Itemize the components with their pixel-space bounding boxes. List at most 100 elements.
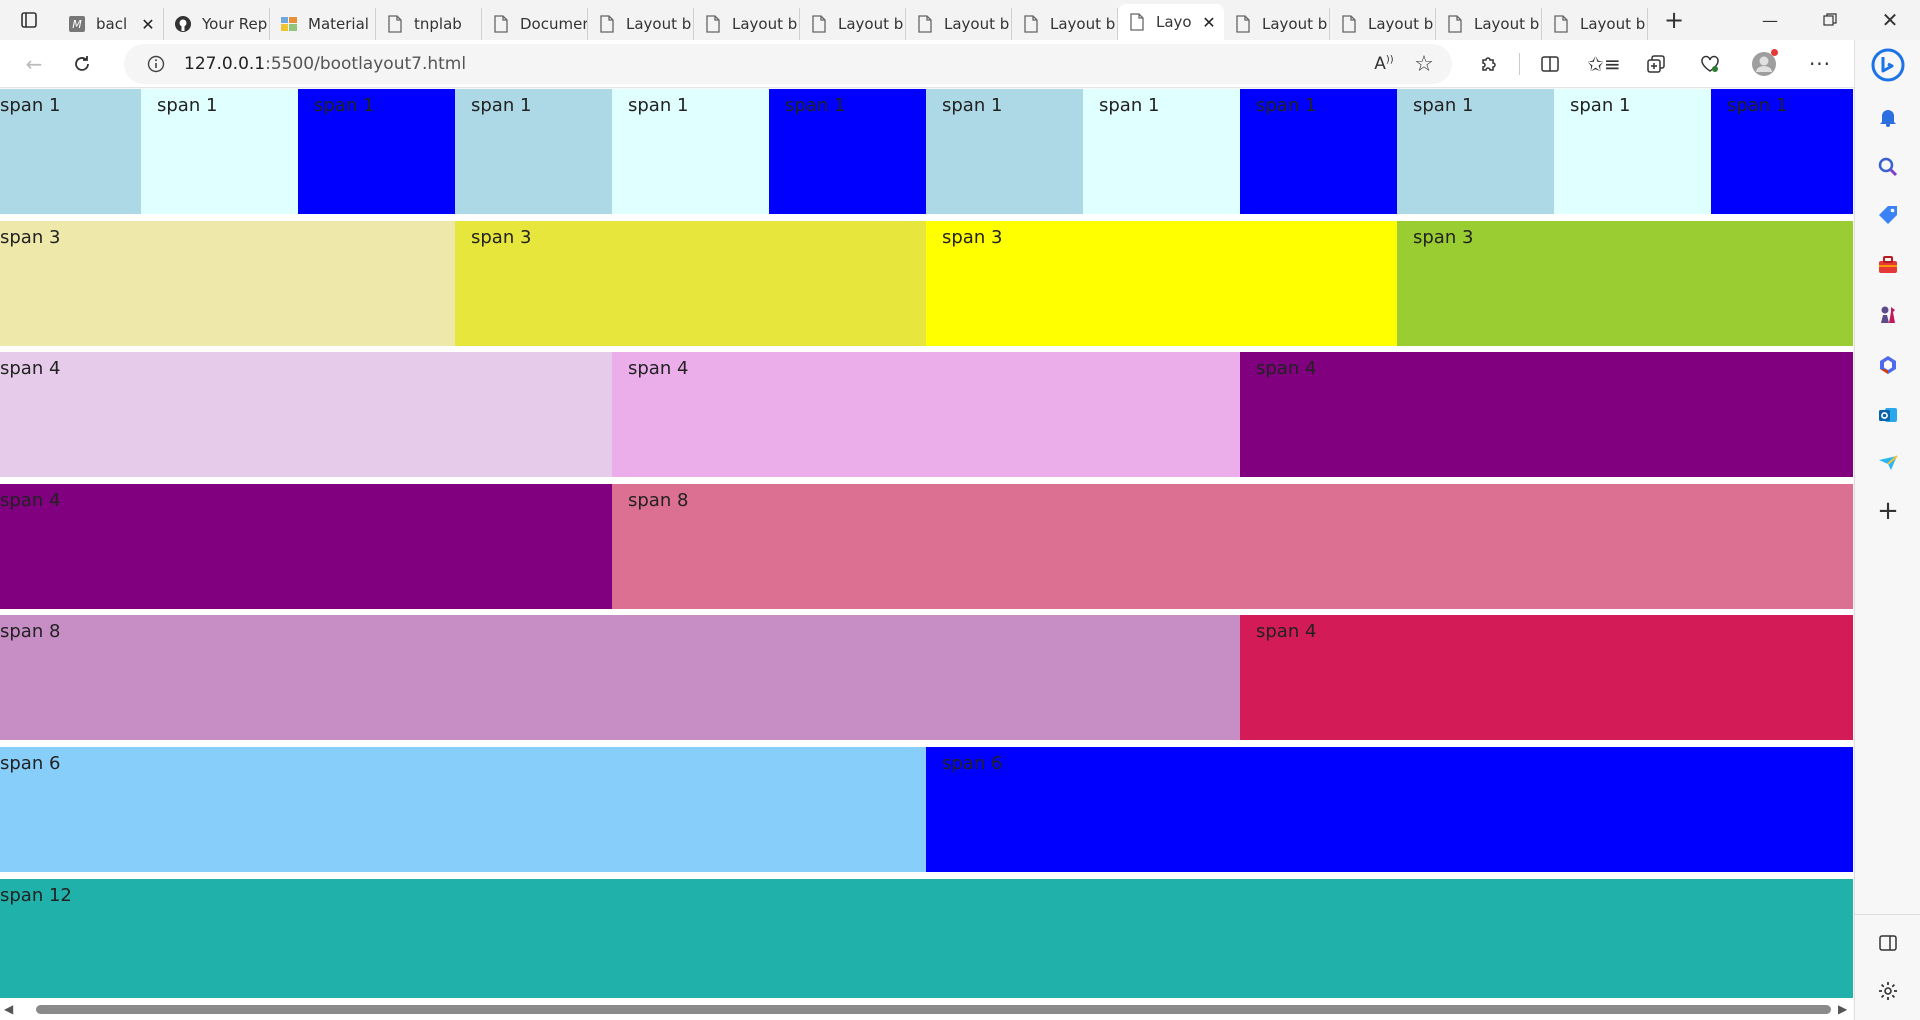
- grid-row: span 4 span 8: [0, 484, 1853, 609]
- outlook-icon: [1879, 408, 1897, 422]
- shopping-button[interactable]: [1873, 200, 1903, 230]
- tab[interactable]: Layout b: [1436, 8, 1542, 40]
- tab-strip: Mbacl ✕ Your Rep Material tnplab Documer Layou…: [0, 0, 1920, 40]
- tab[interactable]: Layout b: [800, 8, 906, 40]
- tab[interactable]: tnplab: [376, 8, 482, 40]
- grid-cell-span-1: span 1: [298, 89, 455, 214]
- tab[interactable]: Layout b: [588, 8, 694, 40]
- window-controls: — ✕: [1740, 0, 1920, 40]
- grid-cell-span-1: span 1: [926, 89, 1083, 214]
- address-bar[interactable]: 127.0.0.1:5500/bootlayout7.html A)) ☆: [124, 44, 1452, 84]
- grid-cell-span-3: span 3: [926, 221, 1397, 346]
- read-aloud-button[interactable]: A)): [1364, 44, 1404, 84]
- grid-cell-span-1: span 1: [455, 89, 612, 214]
- collections-button[interactable]: [1636, 44, 1676, 84]
- grid-cell-span-1: span 1: [612, 89, 769, 214]
- drop-button[interactable]: [1873, 448, 1903, 478]
- tab-title: tnplab: [414, 15, 462, 33]
- close-window-button[interactable]: ✕: [1860, 0, 1920, 40]
- send-icon: [1879, 455, 1898, 470]
- scroll-left-icon[interactable]: ◀: [4, 1002, 13, 1016]
- sidebar-settings-button[interactable]: [1873, 976, 1903, 1006]
- tab-active[interactable]: Layo ✕: [1118, 4, 1224, 40]
- grid-cell-span-3: span 3: [0, 221, 455, 346]
- restore-button[interactable]: [1800, 0, 1860, 40]
- hide-sidebar-button[interactable]: [1873, 928, 1903, 958]
- restore-icon: [1823, 13, 1837, 26]
- chess-piece-icon: [1881, 306, 1895, 323]
- favorites-button[interactable]: ✩≡: [1584, 44, 1624, 84]
- close-tab-icon[interactable]: ✕: [1200, 13, 1218, 32]
- copilot-button[interactable]: [1869, 46, 1907, 84]
- profile-button[interactable]: [1744, 44, 1784, 84]
- grid-cell-span-8: span 8: [0, 615, 1240, 740]
- tab[interactable]: Layout b: [1012, 8, 1118, 40]
- new-tab-button[interactable]: +: [1654, 4, 1694, 36]
- tab[interactable]: Mbacl ✕: [58, 8, 164, 40]
- browser-essentials-button[interactable]: [1690, 44, 1730, 84]
- microsoft365-button[interactable]: [1873, 350, 1903, 380]
- page-viewport: span 1 span 1 span 1 span 1 span 1 span 1 span…: [0, 89, 1853, 998]
- tab[interactable]: Layout b: [1330, 8, 1436, 40]
- page-icon: [810, 15, 828, 33]
- tab-title: Layout b: [1368, 15, 1434, 33]
- tab[interactable]: Layout b: [694, 8, 800, 40]
- tab-actions-icon: [21, 12, 37, 28]
- office-icon: [1880, 356, 1896, 374]
- tab[interactable]: Layout b: [1224, 8, 1330, 40]
- tab-title: Layo: [1156, 13, 1192, 31]
- site-info-button[interactable]: [136, 55, 176, 73]
- bing-icon: [1871, 48, 1905, 82]
- minimize-button[interactable]: —: [1740, 0, 1800, 40]
- tab[interactable]: Layout b: [906, 8, 1012, 40]
- tools-button[interactable]: [1873, 250, 1903, 280]
- tab[interactable]: Documer: [482, 8, 588, 40]
- grid-row: span 12: [0, 879, 1853, 998]
- scroll-right-icon[interactable]: ▶: [1838, 1002, 1847, 1016]
- horizontal-scrollbar[interactable]: ◀ ▶: [0, 998, 1853, 1020]
- grid-row: span 6 span 6: [0, 747, 1853, 872]
- arrow-left-icon: ←: [25, 51, 43, 76]
- browser-window: Mbacl ✕ Your Rep Material tnplab Documer Layou…: [0, 0, 1920, 1020]
- tab-title: Documer: [520, 15, 587, 33]
- puzzle-icon: [1482, 57, 1496, 71]
- close-tab-icon[interactable]: ✕: [139, 15, 157, 34]
- bell-icon: [1880, 110, 1896, 127]
- scrollbar-thumb[interactable]: [36, 1005, 1831, 1014]
- url-text: 127.0.0.1:5500/bootlayout7.html: [184, 54, 466, 74]
- tab-title: Layout b: [1580, 15, 1646, 33]
- tab-actions-button[interactable]: [0, 0, 58, 40]
- grid-row: span 1 span 1 span 1 span 1 span 1 span 1 span…: [0, 89, 1853, 214]
- add-sidebar-app-button[interactable]: +: [1873, 496, 1903, 526]
- page-icon: [386, 15, 404, 33]
- grid-cell-span-8: span 8: [612, 484, 1853, 609]
- search-button[interactable]: [1873, 152, 1903, 182]
- tab-title: Layout b: [838, 15, 904, 33]
- back-button[interactable]: ←: [14, 44, 54, 84]
- grid-cell-span-1: span 1: [1554, 89, 1711, 214]
- sidebar-toggle-icon: [1879, 935, 1897, 951]
- tab-title: Layout b: [944, 15, 1010, 33]
- favorite-button[interactable]: ☆: [1404, 44, 1444, 84]
- refresh-button[interactable]: [62, 44, 102, 84]
- split-screen-button[interactable]: [1530, 44, 1570, 84]
- grid-cell-span-3: span 3: [455, 221, 926, 346]
- games-button[interactable]: [1873, 300, 1903, 330]
- tab[interactable]: Layout b: [1542, 8, 1648, 40]
- grid-cell-span-1: span 1: [1240, 89, 1397, 214]
- outlook-button[interactable]: [1873, 400, 1903, 430]
- tab[interactable]: Material: [270, 8, 376, 40]
- grid-cell-span-3: span 3: [1397, 221, 1853, 346]
- toolbox-icon: [1879, 256, 1897, 273]
- notifications-button[interactable]: [1873, 102, 1903, 132]
- tab-title: Layout b: [1262, 15, 1328, 33]
- notification-dot: [1771, 49, 1778, 56]
- tab-title: Your Rep: [202, 15, 268, 33]
- github-icon: [174, 15, 192, 33]
- settings-and-more-button[interactable]: ···: [1800, 44, 1840, 84]
- tab[interactable]: Your Rep: [164, 8, 270, 40]
- url-host: 127.0.0.1: [184, 54, 266, 74]
- more-icon: ···: [1808, 52, 1832, 76]
- extensions-button[interactable]: [1469, 44, 1509, 84]
- grid-cell-span-1: span 1: [141, 89, 298, 214]
